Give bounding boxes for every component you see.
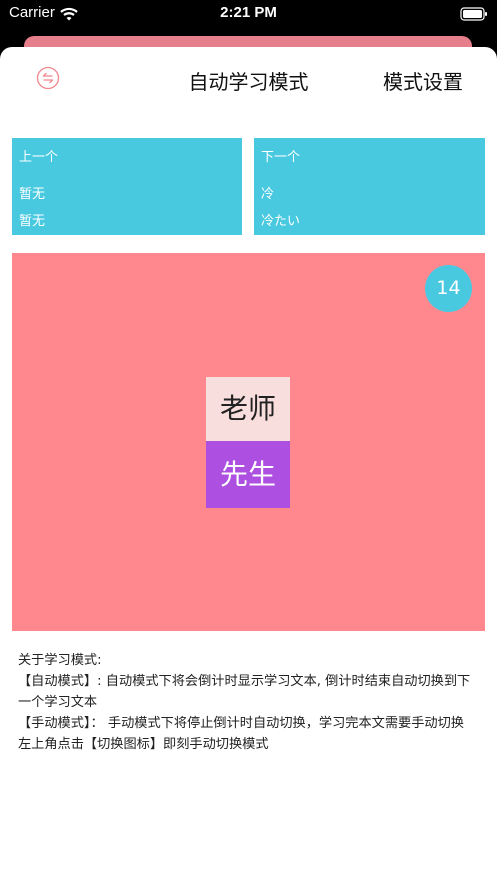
next-label: 下一个 [261,150,301,165]
clock-time: 2:21 PM [220,4,277,21]
previous-reading: 暂无 [19,214,46,229]
previous-word-card[interactable]: 上一个 暂无 暂无 [12,138,242,235]
next-word-card[interactable]: 下一个 冷 冷たい [254,138,485,235]
mode-settings-button[interactable]: 模式设置 [383,66,463,95]
previous-label: 上一个 [19,150,59,165]
info-auto-mode: 【自动模式】: 自动模式下将会倒计时显示学习文本, 倒计时结束自动切换到下一个学… [18,674,471,710]
status-bar: Carrier 2:21 PM [0,0,497,36]
current-word-reading: 先生 [206,441,290,508]
countdown-badge: 14 [425,265,472,312]
info-heading: 关于学习模式: [18,653,102,668]
mode-info: 关于学习模式: 【自动模式】: 自动模式下将会倒计时显示学习文本, 倒计时结束自… [18,650,478,755]
info-manual-mode: 【手动模式】： 手动模式下将停止倒计时自动切换，学习完本文需要手动切换 [18,716,464,731]
previous-kanji: 暂无 [19,187,46,202]
next-reading: 冷たい [261,214,301,229]
current-word-kanji: 老师 [206,377,290,441]
next-kanji: 冷 [261,187,275,202]
info-tip: 左上角点击【切换图标】即刻手动切换模式 [18,737,269,752]
battery-icon [460,6,488,25]
